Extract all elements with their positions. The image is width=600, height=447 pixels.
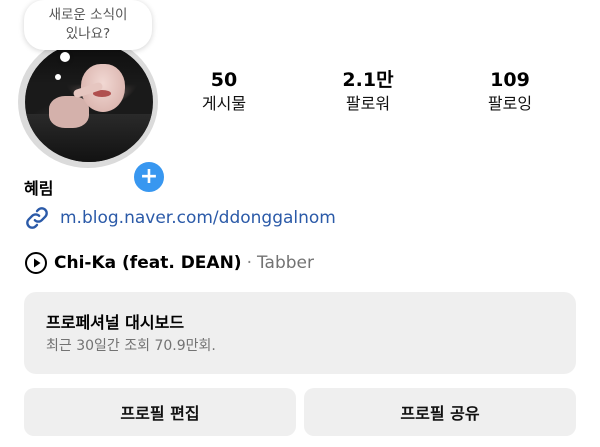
stat-following[interactable]: 109 팔로잉 [460,68,560,115]
stat-following-value: 109 [490,69,530,91]
play-icon[interactable] [24,251,48,275]
stat-followers[interactable]: 2.1만 팔로워 [318,68,418,115]
profile-link-text[interactable]: m.blog.naver.com/ddonggalnom [60,208,336,228]
avatar-photo-part [49,96,89,128]
note-text-line1: 새로운 소식이 [48,7,128,23]
stat-posts-value: 50 [210,69,238,91]
avatar[interactable] [25,42,153,162]
note-bubble[interactable]: 새로운 소식이 있나요? [24,0,152,50]
add-story-button[interactable]: + [130,158,168,196]
share-profile-button[interactable]: 프로필 공유 [304,388,576,436]
dashboard-title: 프로페셔널 대시보드 [46,313,185,332]
note-bubble-tail [60,52,70,62]
plus-icon: + [139,164,159,189]
stat-posts[interactable]: 50 게시물 [174,68,274,115]
professional-dashboard-card[interactable]: 프로페셔널 대시보드 최근 30일간 조회 70.9만회. [24,292,576,374]
stat-followers-label: 팔로워 [345,94,391,113]
avatar-photo-part [55,74,61,80]
note-text-line2: 있나요? [65,26,111,42]
avatar-container[interactable]: + [12,36,168,196]
stat-followers-value: 2.1만 [342,69,394,91]
song-title: Chi-Ka (feat. DEAN) [54,253,242,273]
link-icon [26,207,48,229]
edit-profile-button[interactable]: 프로필 편집 [24,388,296,436]
profile-link[interactable]: m.blog.naver.com/ddonggalnom [24,205,336,231]
avatar-photo-part [25,114,153,162]
stat-posts-label: 게시물 [201,94,247,113]
music-separator: · [246,253,252,273]
dashboard-subtitle: 최근 30일간 조회 70.9만회. [46,338,216,354]
profile-name: 혜림 [24,179,54,198]
song-artist: Tabber [256,253,315,273]
stat-following-label: 팔로잉 [487,94,533,113]
profile-music[interactable]: Chi-Ka (feat. DEAN) · Tabber [24,251,314,275]
